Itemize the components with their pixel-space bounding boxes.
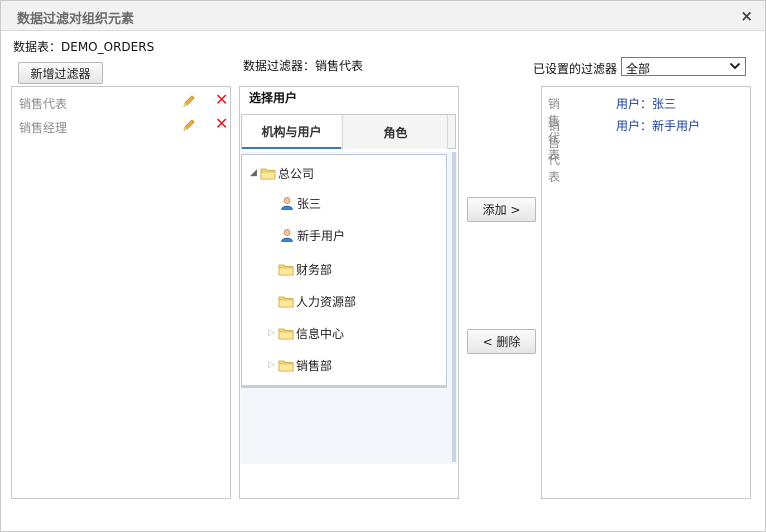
folder-icon bbox=[278, 327, 294, 340]
tree-node-label: 张三 bbox=[297, 196, 322, 211]
collapsed-arrow-icon[interactable]: ▷ bbox=[268, 360, 278, 370]
tree-node-label: 财务部 bbox=[296, 262, 333, 277]
remove-button[interactable]: < 删除 bbox=[467, 329, 536, 354]
tree-node-department[interactable]: ▷ 销售部 bbox=[268, 356, 332, 374]
delete-icon[interactable]: ✕ bbox=[215, 116, 228, 132]
expanded-arrow-icon[interactable]: ◢ bbox=[250, 168, 260, 178]
tree-node-label: 总公司 bbox=[278, 166, 315, 181]
tree-node-label: 新手用户 bbox=[297, 228, 346, 243]
tab-strip-edge bbox=[447, 115, 453, 149]
dialog-titlebar: 数据过滤对组织元素 × bbox=[1, 1, 765, 31]
user-icon bbox=[280, 196, 294, 210]
pencil-icon[interactable] bbox=[182, 118, 196, 132]
filter-item-label: 销售代表 bbox=[19, 97, 68, 111]
filter-item[interactable]: 销售代表 ✕ bbox=[19, 92, 228, 113]
filter-select[interactable]: 全部 bbox=[621, 57, 746, 76]
user-icon bbox=[280, 228, 294, 242]
selector-header: 选择用户 bbox=[249, 91, 298, 105]
filter-caption: 数据过滤器：销售代表 bbox=[243, 59, 364, 73]
configured-filter-type: 销售代表 bbox=[548, 119, 561, 184]
tab-org-users[interactable]: 机构与用户 bbox=[242, 115, 341, 149]
add-button[interactable]: 添加 > bbox=[467, 197, 536, 222]
tree-node-root[interactable]: ◢ 总公司 bbox=[250, 164, 314, 182]
chevron-down-icon bbox=[729, 60, 741, 72]
configured-filters-panel: 销售代表 用户：张三 销售代表 用户：新手用户 bbox=[541, 86, 751, 499]
tree-node-department[interactable]: ▷ 信息中心 bbox=[268, 324, 344, 342]
tree-node-department[interactable]: 财务部 bbox=[278, 260, 332, 278]
tree-node-user[interactable]: 张三 bbox=[280, 194, 321, 212]
pencil-icon[interactable] bbox=[182, 94, 196, 108]
collapsed-arrow-icon[interactable]: ▷ bbox=[268, 328, 278, 338]
user-selector-panel: 选择用户 机构与用户 角色 ◢ 总公司 张三 新手用户 财务部 人力资源部 ▷ … bbox=[239, 86, 459, 499]
folder-icon bbox=[278, 263, 294, 276]
delete-icon[interactable]: ✕ bbox=[215, 92, 228, 108]
folder-icon bbox=[278, 295, 294, 308]
filter-dialog: 数据过滤对组织元素 × 数据表：DEMO_ORDERS 新增过滤器 销售代表 ✕… bbox=[0, 0, 766, 532]
data-table-label: 数据表：DEMO_ORDERS bbox=[13, 40, 155, 54]
org-tree: ◢ 总公司 张三 新手用户 财务部 人力资源部 ▷ 信息中心 ▷ 销售部 bbox=[241, 154, 447, 388]
folder-icon bbox=[278, 359, 294, 372]
filter-item[interactable]: 销售经理 ✕ bbox=[19, 116, 228, 137]
configured-filter-member: 用户：张三 bbox=[616, 97, 677, 111]
filter-item-label: 销售经理 bbox=[19, 121, 68, 135]
folder-icon bbox=[260, 167, 276, 180]
tree-node-label: 人力资源部 bbox=[296, 294, 357, 309]
new-filter-button[interactable]: 新增过滤器 bbox=[18, 62, 103, 84]
tree-node-department[interactable]: 人力资源部 bbox=[278, 292, 356, 310]
tree-scrollbar[interactable] bbox=[452, 152, 456, 462]
configured-filters-caption: 已设置的过滤器 bbox=[533, 62, 618, 76]
tree-node-label: 信息中心 bbox=[296, 326, 345, 341]
dialog-title: 数据过滤对组织元素 bbox=[17, 12, 135, 27]
tree-node-user[interactable]: 新手用户 bbox=[280, 226, 345, 244]
selector-tabs: 机构与用户 角色 bbox=[241, 114, 456, 149]
org-tree-area: ◢ 总公司 张三 新手用户 财务部 人力资源部 ▷ 信息中心 ▷ 销售部 bbox=[241, 152, 457, 464]
configured-filter-member: 用户：新手用户 bbox=[616, 119, 701, 133]
close-icon[interactable]: × bbox=[740, 7, 753, 25]
tree-node-label: 销售部 bbox=[296, 358, 333, 373]
filter-select-value: 全部 bbox=[626, 62, 651, 76]
filter-list-panel: 销售代表 ✕ 销售经理 ✕ bbox=[11, 86, 231, 499]
tab-roles[interactable]: 角色 bbox=[342, 115, 448, 149]
